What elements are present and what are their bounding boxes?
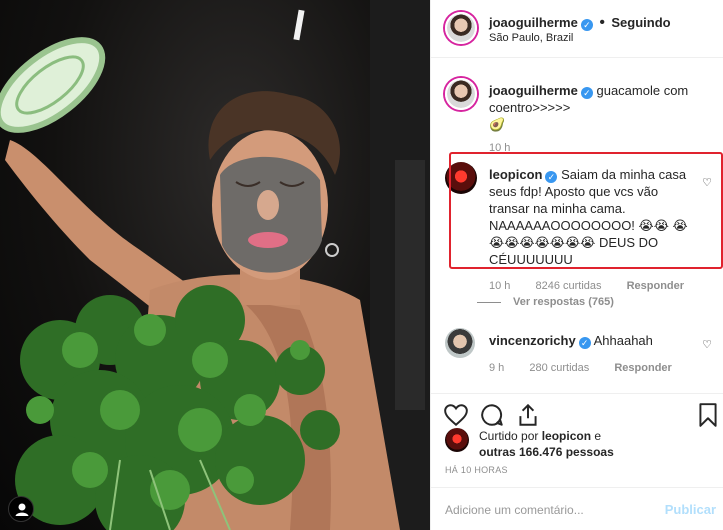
comments-list[interactable]: joaoguilherme ✓ guacamole com coentro>>>>… [431,58,723,393]
comment-meta: 9 h 280 curtidas Responder [489,362,694,374]
comment-icon[interactable] [479,402,505,428]
user-tag-icon[interactable] [8,496,34,522]
publish-button[interactable]: Publicar [665,502,716,517]
post-timestamp[interactable]: HÁ 10 HORAS [445,465,508,475]
caption-emoji: 🥑 [489,117,506,132]
verified-icon: ✓ [580,19,593,31]
author-username[interactable]: joaoguilherme [489,15,578,30]
comment-item: vincenzorichy ✓ Ahhaahah ♡ 9 h 280 curtid… [443,328,718,388]
comment-time: 9 h [489,362,505,374]
comment-likes[interactable]: 8246 curtidas [535,280,601,292]
comment-avatar[interactable] [445,328,475,358]
reply-button[interactable]: Responder [627,280,684,292]
highlight-annotation [449,152,723,269]
post-header: joaoguilherme ✓ • Seguindo São Paulo, Bra… [431,0,723,58]
liker-avatar[interactable] [445,428,469,452]
verified-icon: ✓ [580,87,593,99]
comment-like-icon[interactable]: ♡ [702,338,712,351]
add-comment-bar: Publicar [431,487,723,530]
share-icon[interactable] [515,402,541,428]
comment-time: 10 h [489,280,511,292]
post-caption: joaoguilherme ✓ guacamole com coentro>>>>… [443,76,718,156]
post-side-panel: joaoguilherme ✓ • Seguindo São Paulo, Bra… [430,0,723,530]
comment-meta: 10 h 8246 curtidas Responder [489,280,706,292]
liker-username[interactable]: leopicon [542,429,591,443]
caption-avatar[interactable] [445,78,477,110]
comment-likes[interactable]: 280 curtidas [529,362,589,374]
caption-username[interactable]: joaoguilherme [489,83,578,98]
author-avatar[interactable] [445,12,477,44]
verified-icon: ✓ [578,337,591,349]
header-separator: • [599,14,605,31]
comment-text: Ahhaahah [593,333,653,348]
post-photo[interactable] [0,0,430,530]
heart-icon[interactable] [443,402,469,428]
bookmark-icon[interactable] [695,402,721,428]
post-location[interactable]: São Paulo, Brazil [489,32,573,44]
following-button[interactable]: Seguindo [611,15,670,30]
likes-suffix: e [594,429,602,443]
likes-prefix: Curtido por [479,429,539,443]
reply-button[interactable]: Responder [614,362,671,374]
comment-input[interactable] [445,500,655,520]
likes-count[interactable]: outras 166.476 pessoas [479,445,614,459]
comment-username[interactable]: vincenzorichy [489,333,576,348]
photo-illustration [0,0,430,530]
view-replies-button[interactable]: Ver respostas (765) [477,296,614,308]
